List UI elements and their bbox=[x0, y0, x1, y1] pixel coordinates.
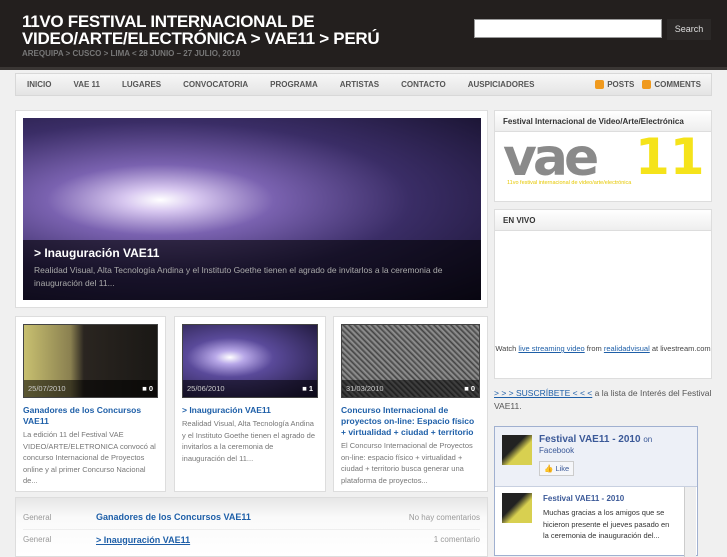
post-thumbnail[interactable]: 25/07/2010 ■ 0 bbox=[23, 324, 158, 398]
list-item: General Ganadores de los Concursos VAE11… bbox=[23, 507, 480, 527]
featured-excerpt: Realidad Visual, Alta Tecnología Andina … bbox=[34, 265, 443, 288]
nav-item-programa[interactable]: PROGRAMA bbox=[270, 80, 318, 89]
facebook-like-box: Festival VAE11 - 2010 on Facebook 👍 Like … bbox=[494, 426, 698, 557]
widget-title: EN VIVO bbox=[495, 210, 711, 231]
livestream-embed: Watch live streaming video from realidad… bbox=[495, 344, 711, 353]
realidadvisual-link[interactable]: realidadvisual bbox=[604, 344, 650, 353]
post-date: 31/03/2010 bbox=[346, 384, 384, 393]
post-card: 25/07/2010 ■ 0 Ganadores de los Concursos… bbox=[15, 316, 166, 492]
fb-post-author[interactable]: Festival VAE11 - 2010 bbox=[543, 494, 624, 503]
nav-item-lugares[interactable]: LUGARES bbox=[122, 80, 161, 89]
post-title[interactable]: Ganadores de los Concursos VAE11 bbox=[23, 405, 158, 427]
post-card: 25/06/2010 ■ 1 > Inauguración VAE11 Reali… bbox=[174, 316, 326, 492]
rss-icon bbox=[595, 80, 605, 89]
comment-count[interactable]: ■ 0 bbox=[464, 380, 475, 397]
fb-post-text: Muchas gracias a los amigos que se hicie… bbox=[543, 508, 670, 540]
like-button[interactable]: 👍 Like bbox=[539, 461, 575, 476]
post-card: 31/03/2010 ■ 0 Concurso Internacional de … bbox=[333, 316, 488, 492]
subscribe-text: > > > SUSCRÍBETE < < < a la lista de Int… bbox=[494, 388, 712, 411]
post-thumbnail[interactable]: 31/03/2010 ■ 0 bbox=[341, 324, 480, 398]
nav-item-artistas[interactable]: ARTISTAS bbox=[340, 80, 379, 89]
post-date: 25/06/2010 bbox=[187, 384, 225, 393]
post-category[interactable]: General bbox=[23, 513, 96, 522]
site-header: 11VO FESTIVAL INTERNACIONAL DE VIDEO/ARTE… bbox=[0, 0, 727, 70]
facebook-page-name[interactable]: Festival VAE11 - 2010 on Facebook bbox=[539, 434, 652, 456]
recent-posts-list: General Ganadores de los Concursos VAE11… bbox=[15, 497, 488, 557]
post-comments[interactable]: No hay comentarios bbox=[409, 513, 480, 522]
post-title[interactable]: Concurso Internacional de proyectos on-l… bbox=[341, 405, 480, 438]
search-button[interactable]: Search bbox=[667, 19, 711, 40]
site-tagline: AREQUIPA > CUSCO > LIMA < 28 JUNIO – 27 … bbox=[22, 49, 241, 58]
vae11-logo[interactable]: vae 11 11vo festival internacional de vi… bbox=[495, 128, 711, 192]
post-category[interactable]: General bbox=[23, 535, 96, 544]
main-nav: INICIO VAE 11 LUGARES CONVOCATORIA PROGR… bbox=[15, 73, 712, 96]
live-streaming-link[interactable]: live streaming video bbox=[518, 344, 584, 353]
post-title[interactable]: > Inauguración VAE11 bbox=[182, 405, 318, 416]
comment-count[interactable]: ■ 1 bbox=[302, 380, 313, 397]
page-avatar[interactable] bbox=[502, 435, 532, 465]
post-excerpt: Realidad Visual, Alta Tecnología Andina … bbox=[182, 419, 316, 463]
featured-title[interactable]: > Inauguración VAE11 bbox=[34, 246, 470, 260]
post-excerpt: La edición 11 del Festival VAE VIDEO/ART… bbox=[23, 430, 156, 485]
nav-item-vae11[interactable]: VAE 11 bbox=[73, 80, 100, 89]
subscribe-link[interactable]: > > > SUSCRÍBETE < < < bbox=[494, 388, 592, 398]
featured-image[interactable]: > Inauguración VAE11 Realidad Visual, Al… bbox=[23, 118, 481, 300]
live-widget: EN VIVO Watch live streaming video from … bbox=[494, 209, 712, 379]
nav-item-contacto[interactable]: CONTACTO bbox=[401, 80, 446, 89]
scrollbar[interactable] bbox=[684, 487, 696, 557]
post-date: 25/07/2010 bbox=[28, 384, 66, 393]
search-input[interactable] bbox=[474, 19, 662, 38]
feed-links: POSTS COMMENTS bbox=[595, 80, 701, 89]
post-avatar bbox=[502, 493, 532, 523]
nav-item-auspiciadores[interactable]: AUSPICIADORES bbox=[468, 80, 535, 89]
posts-feed-link[interactable]: POSTS bbox=[595, 80, 634, 89]
comments-feed-link[interactable]: COMMENTS bbox=[642, 80, 701, 89]
nav-item-convocatoria[interactable]: CONVOCATORIA bbox=[183, 80, 248, 89]
featured-post: > Inauguración VAE11 Realidad Visual, Al… bbox=[15, 110, 488, 308]
site-title[interactable]: 11VO FESTIVAL INTERNACIONAL DE VIDEO/ARTE… bbox=[22, 13, 380, 47]
nav-item-inicio[interactable]: INICIO bbox=[27, 80, 51, 89]
post-excerpt: El Concurso Internacional de Proyectos o… bbox=[341, 441, 473, 485]
featured-caption: > Inauguración VAE11 Realidad Visual, Al… bbox=[23, 240, 481, 300]
post-title[interactable]: > Inauguración VAE11 bbox=[96, 535, 434, 545]
logo-widget: Festival Internacional de Video/Arte/Ele… bbox=[494, 110, 712, 202]
post-thumbnail[interactable]: 25/06/2010 ■ 1 bbox=[182, 324, 318, 398]
list-item: General > Inauguración VAE11 1 comentari… bbox=[23, 529, 480, 549]
rss-icon bbox=[642, 80, 652, 89]
comment-count[interactable]: ■ 0 bbox=[142, 380, 153, 397]
thumbs-up-icon: 👍 bbox=[544, 464, 554, 473]
post-title[interactable]: Ganadores de los Concursos VAE11 bbox=[96, 512, 409, 522]
post-comments[interactable]: 1 comentario bbox=[434, 535, 480, 544]
